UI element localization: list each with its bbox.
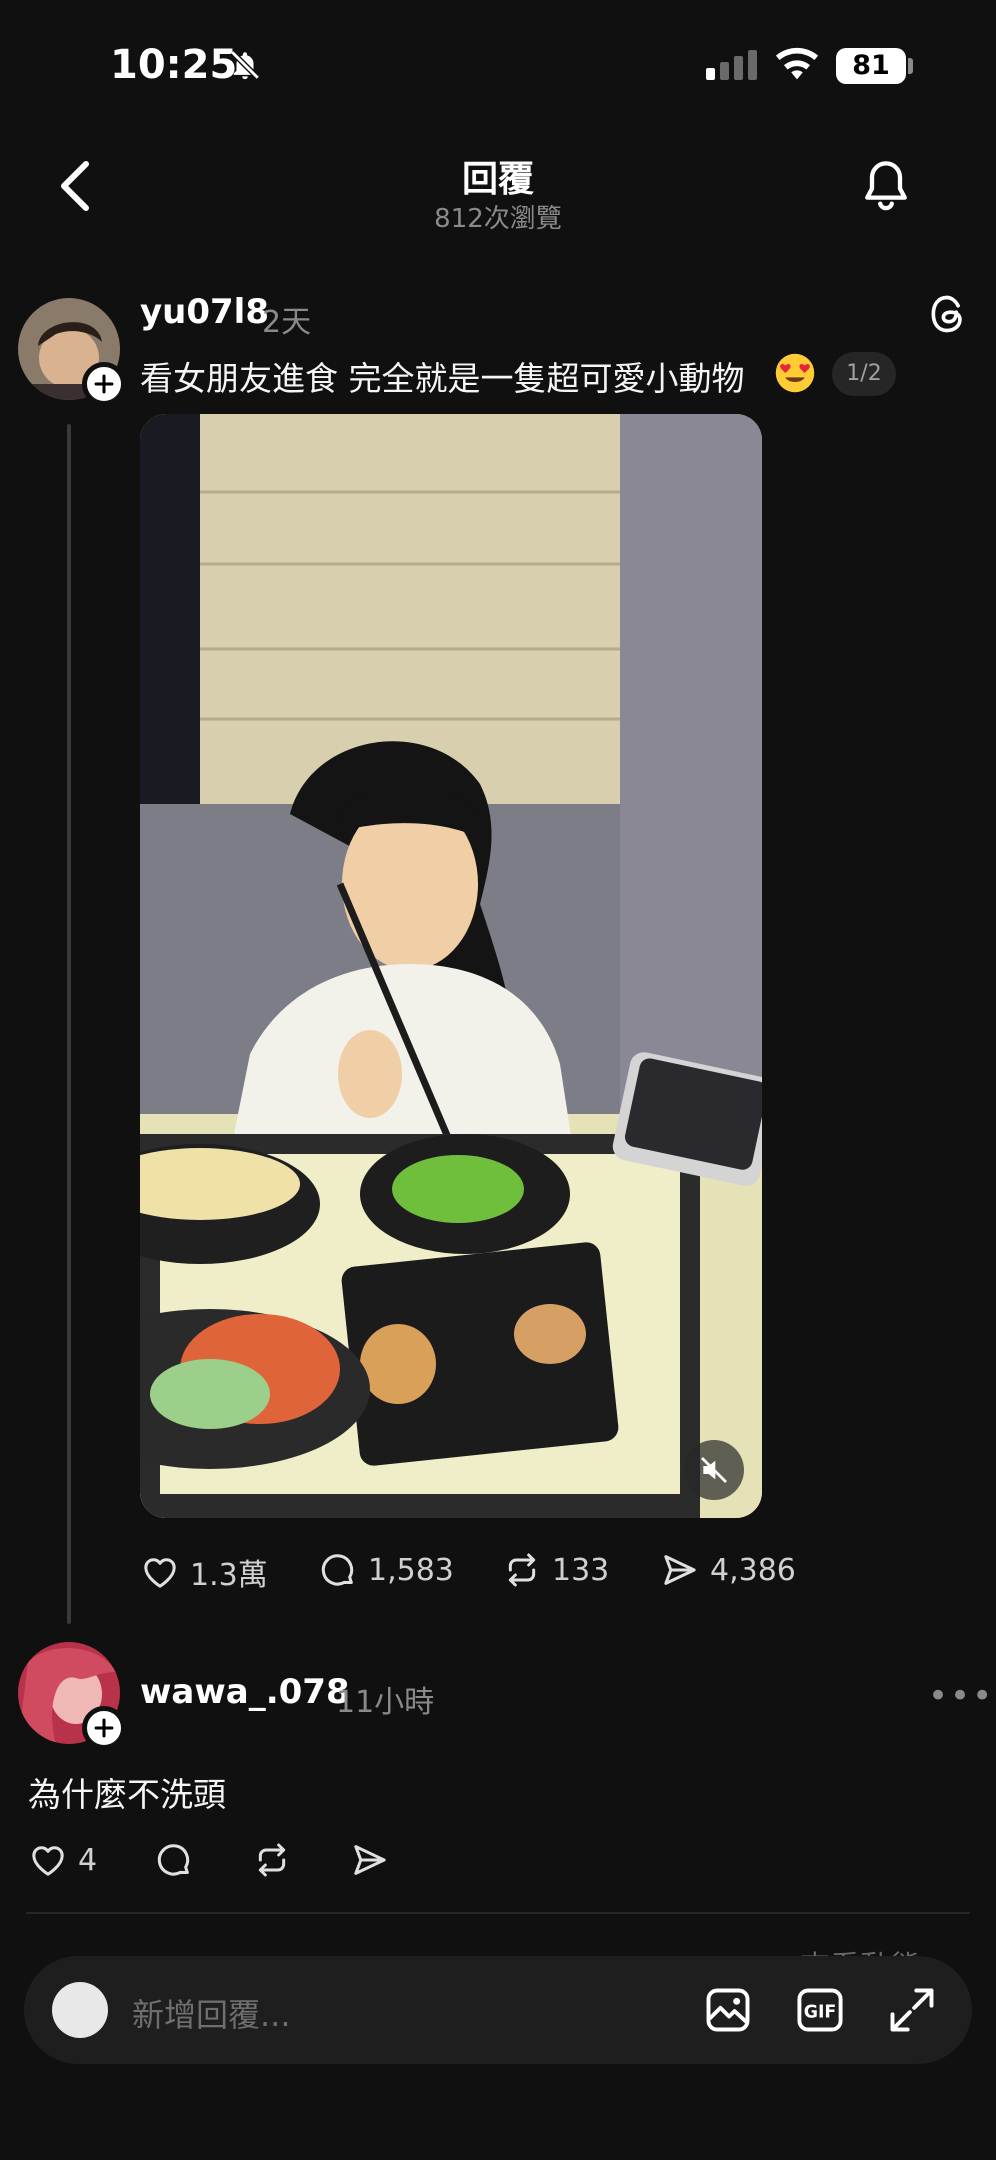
reply-repost-action[interactable]	[252, 1840, 292, 1880]
share-count: 4,386	[710, 1552, 796, 1588]
heart-icon	[32, 1846, 64, 1876]
battery-icon	[908, 58, 913, 74]
repost-icon	[258, 1843, 286, 1877]
thread-line	[67, 424, 71, 1624]
muted-speaker-icon	[701, 1457, 727, 1483]
reply-like-action[interactable]: 4	[28, 1840, 97, 1880]
repost-icon	[508, 1553, 536, 1587]
page-title: 回覆	[461, 159, 534, 200]
plus-icon	[94, 1718, 114, 1738]
reply-input[interactable]: 新增回覆...	[132, 1990, 291, 2036]
comment-bubble-icon	[157, 1844, 190, 1876]
repost-count: 133	[552, 1552, 610, 1588]
reply-share-action[interactable]	[350, 1840, 390, 1880]
view-count: 812次瀏覽	[434, 204, 562, 234]
bell-slash-icon	[230, 50, 260, 80]
mute-button[interactable]	[684, 1440, 744, 1500]
reply-text: 為什麼不洗頭	[28, 1775, 226, 1814]
reply-like-count: 4	[78, 1842, 98, 1878]
share-action[interactable]: 4,386	[660, 1550, 796, 1590]
media-page-indicator: 1/2	[832, 352, 896, 396]
like-count: 1.3萬	[190, 1558, 268, 1593]
image-icon[interactable]	[702, 1984, 754, 2036]
more-options-icon[interactable]: •••	[928, 1676, 994, 1716]
plus-icon	[94, 374, 114, 394]
reply-comment-action[interactable]	[154, 1840, 194, 1880]
comment-action[interactable]: 1,583	[318, 1550, 454, 1590]
send-icon	[354, 1845, 386, 1875]
reply-timestamp: 11小時	[336, 1685, 435, 1720]
gif-icon[interactable]: GIF	[794, 1984, 846, 2036]
reply-composer[interactable]: 新增回覆... GIF	[24, 1956, 972, 2064]
like-action[interactable]: 1.3萬	[140, 1550, 268, 1594]
comment-count: 1,583	[368, 1552, 454, 1588]
send-icon	[664, 1555, 696, 1585]
divider	[26, 1912, 970, 1914]
repost-action[interactable]: 133	[502, 1550, 609, 1590]
comment-bubble-icon	[321, 1554, 354, 1586]
heart-icon	[144, 1558, 176, 1588]
status-time: 10:25	[110, 42, 238, 88]
post-timestamp: 2天	[262, 305, 312, 340]
follow-button[interactable]	[82, 362, 126, 406]
post-username[interactable]: yu07l8	[140, 292, 269, 332]
battery-level: 81	[836, 48, 906, 84]
bell-icon[interactable]	[860, 158, 912, 214]
follow-button[interactable]	[82, 1706, 126, 1750]
reply-username[interactable]: wawa_.078	[140, 1672, 350, 1712]
wifi-icon	[775, 47, 819, 80]
signal-icon	[706, 50, 757, 80]
post-text: 看女朋友進食 完全就是一隻超可愛小動物	[140, 359, 745, 398]
composer-avatar	[52, 1982, 108, 2038]
expand-icon[interactable]	[886, 1984, 938, 2036]
post-video[interactable]	[140, 414, 762, 1518]
heart-eyes-emoji-icon	[775, 353, 815, 393]
threads-logo-icon[interactable]	[926, 292, 970, 336]
svg-text:GIF: GIF	[804, 2003, 837, 2023]
